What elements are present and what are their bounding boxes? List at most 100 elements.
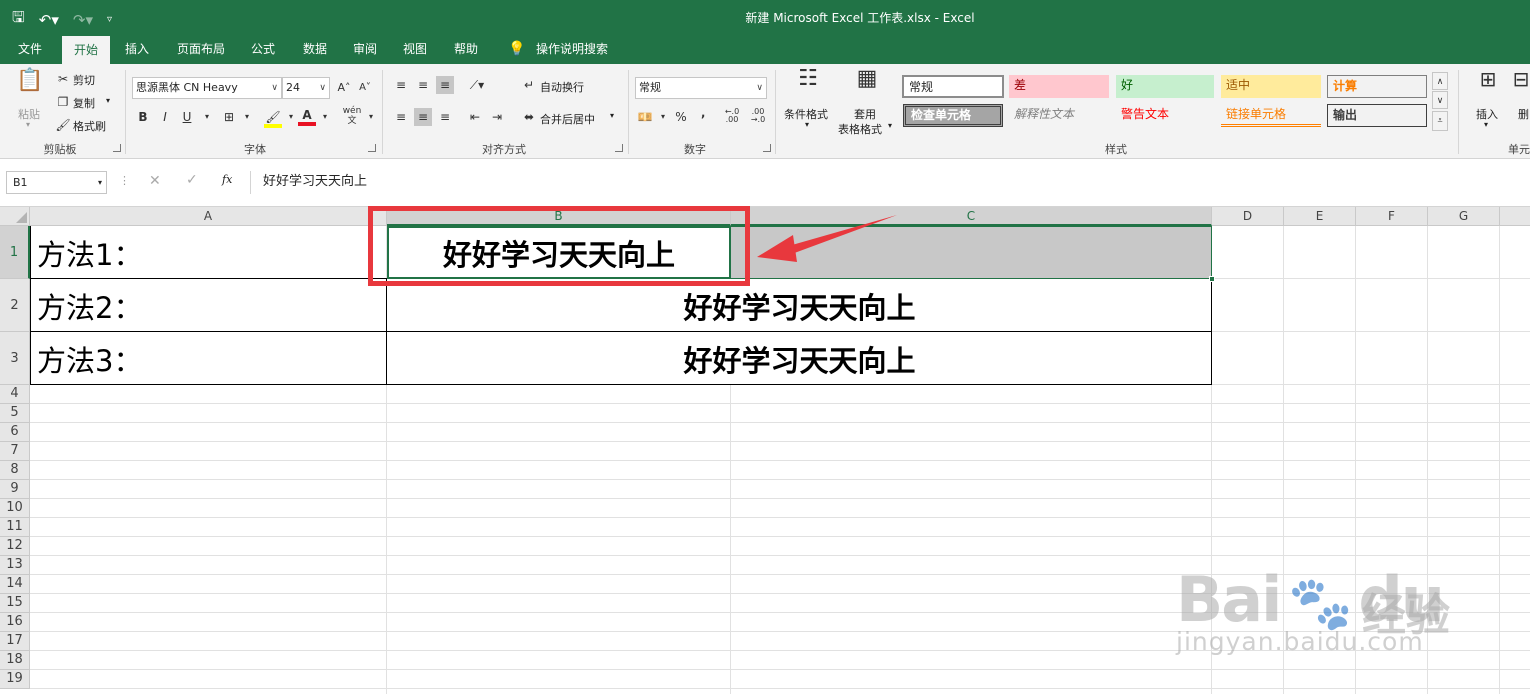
increase-font-icon[interactable]: A˄ (335, 79, 353, 97)
decrease-decimal-icon[interactable]: .00 →.0 (748, 108, 768, 126)
underline-dropdown-icon[interactable]: ▾ (198, 108, 216, 126)
styles-more-icon[interactable]: ⩡ (1432, 111, 1448, 131)
column-header-h[interactable] (1500, 207, 1530, 226)
tab-insert[interactable]: 插入 (116, 34, 158, 64)
row-header-12[interactable]: 12 (0, 537, 30, 556)
borders-dropdown-icon[interactable]: ▾ (238, 108, 256, 126)
conditional-formatting-dropdown-icon[interactable]: ▾ (805, 120, 809, 129)
format-as-table-button[interactable]: 表格格式 (838, 121, 882, 137)
cell-a2[interactable]: 方法2： (37, 285, 142, 327)
merge-center-icon[interactable]: ⬌ (520, 108, 538, 126)
style-explanatory[interactable]: 解释性文本 (1009, 104, 1109, 127)
insert-function-icon[interactable]: fx (222, 173, 232, 186)
style-warning[interactable]: 警告文本 (1116, 104, 1216, 127)
align-top-icon[interactable]: ≡ (392, 76, 410, 94)
format-painter-button[interactable]: 格式刷 (73, 118, 106, 134)
font-name-select[interactable]: 思源黑体 CN Heavy ∨ (132, 77, 282, 99)
tab-file[interactable]: 文件 (8, 34, 52, 64)
insert-dropdown-icon[interactable]: ▾ (1484, 120, 1488, 129)
font-size-select[interactable]: 24 ∨ (282, 77, 330, 99)
alignment-launcher-icon[interactable] (615, 144, 623, 152)
align-right-icon[interactable]: ≡ (436, 108, 454, 126)
increase-indent-icon[interactable]: ⇥ (488, 108, 506, 126)
orientation-icon[interactable]: ⟋▾ (468, 76, 486, 94)
row-header-16[interactable]: 16 (0, 613, 30, 632)
row-header-3[interactable]: 3 (0, 332, 30, 385)
column-header-e[interactable]: E (1284, 207, 1356, 226)
cell-a1[interactable]: 方法1： (37, 232, 142, 274)
column-header-a[interactable]: A (30, 207, 387, 226)
column-header-f[interactable]: F (1356, 207, 1428, 226)
merge-center-button[interactable]: 合并后居中 (540, 111, 595, 127)
style-linked-cell[interactable]: 链接单元格 (1221, 104, 1321, 127)
font-color-icon[interactable]: A (298, 106, 316, 126)
comma-style-button[interactable]: ‚ (694, 104, 712, 122)
row-header-9[interactable]: 9 (0, 480, 30, 499)
tab-help[interactable]: 帮助 (445, 34, 487, 64)
row-header-14[interactable]: 14 (0, 575, 30, 594)
format-as-table-line1[interactable]: 套用 (854, 106, 876, 122)
clipboard-launcher-icon[interactable] (113, 144, 121, 152)
row-header-10[interactable]: 10 (0, 499, 30, 518)
row-header-5[interactable]: 5 (0, 404, 30, 423)
italic-button[interactable]: I (156, 108, 174, 126)
merge-dropdown-icon[interactable]: ▾ (610, 111, 614, 120)
formula-input[interactable]: 好好学习天天向上 (250, 171, 1530, 194)
row-header-11[interactable]: 11 (0, 518, 30, 537)
font-launcher-icon[interactable] (368, 144, 376, 152)
accounting-format-icon[interactable]: 💴 (636, 108, 654, 126)
phonetic-dropdown-icon[interactable]: ▾ (362, 108, 380, 126)
number-launcher-icon[interactable] (763, 144, 771, 152)
style-check-cell[interactable]: 检查单元格 (903, 104, 1003, 127)
row-header-19[interactable]: 19 (0, 670, 30, 689)
number-format-select[interactable]: 常规 ∨ (635, 77, 767, 99)
row-header-18[interactable]: 18 (0, 651, 30, 670)
cell-b2-merged[interactable]: 好好学习天天向上 (387, 285, 1212, 327)
paste-dropdown-icon[interactable]: ▾ (26, 120, 30, 129)
style-normal[interactable]: 常规 (902, 75, 1004, 98)
cell-b3-merged[interactable]: 好好学习天天向上 (387, 338, 1212, 380)
cut-button[interactable]: 剪切 (73, 72, 95, 88)
cell-a3[interactable]: 方法3： (37, 338, 142, 380)
phonetic-guide-icon[interactable]: wén 文 (340, 106, 364, 126)
align-center-icon[interactable]: ≡ (414, 108, 432, 126)
row-header-7[interactable]: 7 (0, 442, 30, 461)
style-good[interactable]: 好 (1116, 75, 1214, 98)
underline-button[interactable]: U (178, 108, 196, 126)
borders-icon[interactable]: ⊞ (220, 108, 238, 126)
column-header-d[interactable]: D (1212, 207, 1284, 226)
wrap-text-icon[interactable]: ↵ (520, 76, 538, 94)
tab-view[interactable]: 视图 (394, 34, 436, 64)
format-painter-icon[interactable]: 🖌 (54, 116, 72, 134)
style-output[interactable]: 输出 (1327, 104, 1427, 127)
fill-handle[interactable] (1209, 276, 1215, 282)
insert-cells-icon[interactable]: ⊞ (1474, 69, 1502, 100)
tab-home[interactable]: 开始 (62, 36, 110, 64)
format-as-table-dropdown-icon[interactable]: ▾ (888, 121, 892, 130)
tab-formulas[interactable]: 公式 (242, 34, 284, 64)
bold-button[interactable]: B (134, 108, 152, 126)
copy-dropdown-icon[interactable]: ▾ (106, 96, 110, 105)
style-bad[interactable]: 差 (1009, 75, 1109, 98)
row-header-15[interactable]: 15 (0, 594, 30, 613)
select-all-button[interactable] (0, 207, 30, 226)
tell-me-search[interactable]: 操作说明搜索 (532, 34, 612, 64)
increase-decimal-icon[interactable]: ←.0.00 (722, 108, 742, 126)
enter-icon[interactable]: ✓ (186, 172, 198, 188)
row-header-2[interactable]: 2 (0, 279, 30, 332)
style-neutral[interactable]: 适中 (1221, 75, 1321, 98)
align-middle-icon[interactable]: ≡ (414, 76, 432, 94)
font-color-dropdown-icon[interactable]: ▾ (316, 108, 334, 126)
paste-icon[interactable]: 📋 (16, 70, 44, 102)
delete-cells-icon[interactable]: ⊟ (1512, 69, 1530, 100)
conditional-formatting-icon[interactable]: ☷ (793, 68, 823, 100)
cancel-icon[interactable]: ✕ (149, 173, 161, 189)
row-header-1[interactable]: 1 (0, 226, 30, 279)
format-as-table-icon[interactable]: ▦ (852, 68, 882, 100)
copy-icon[interactable]: ❐ (54, 93, 72, 111)
styles-scroll-down-icon[interactable]: ∨ (1432, 91, 1448, 109)
percent-button[interactable]: % (672, 108, 690, 126)
row-header-4[interactable]: 4 (0, 385, 30, 404)
row-header-17[interactable]: 17 (0, 632, 30, 651)
accounting-dropdown-icon[interactable]: ▾ (654, 108, 672, 126)
